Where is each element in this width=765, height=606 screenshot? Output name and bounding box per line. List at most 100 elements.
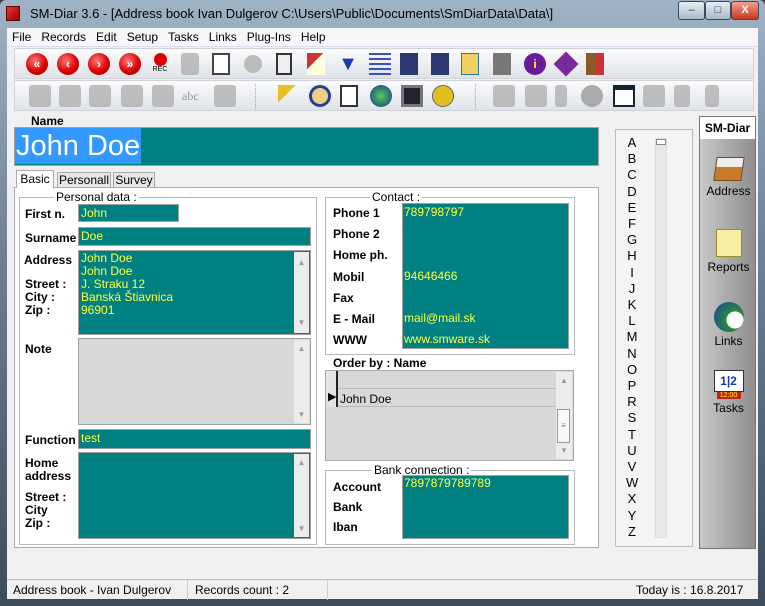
- name-field[interactable]: John Doe: [14, 127, 599, 166]
- menu-records[interactable]: Records: [36, 28, 91, 44]
- grid-icon[interactable]: [525, 85, 547, 107]
- alphabet-letter[interactable]: T: [626, 427, 638, 442]
- edit-icon[interactable]: [212, 53, 230, 75]
- alphabet-letter[interactable]: D: [626, 184, 638, 199]
- note-memo[interactable]: ▲ ▼: [78, 338, 311, 425]
- alphabet-slider-thumb[interactable]: [656, 139, 666, 145]
- alphabet-letter[interactable]: F: [626, 216, 638, 231]
- bank-field[interactable]: [404, 496, 564, 514]
- copy-icon[interactable]: [461, 53, 479, 75]
- filter-icon[interactable]: ▼: [337, 53, 359, 75]
- surname-field[interactable]: Doe: [78, 227, 311, 246]
- clear-icon[interactable]: [307, 53, 325, 75]
- alphabet-letter[interactable]: W: [626, 475, 638, 490]
- alphabet-letter[interactable]: J: [626, 281, 638, 296]
- alphabet-letter[interactable]: Z: [626, 524, 638, 539]
- contact-field[interactable]: 94646466: [404, 269, 564, 287]
- menu-links[interactable]: Links: [204, 28, 242, 44]
- menu-plugins[interactable]: Plug-Ins: [242, 28, 296, 44]
- contact-field[interactable]: [404, 247, 564, 265]
- alphabet-letter[interactable]: L: [626, 313, 638, 328]
- tools-icon[interactable]: [493, 53, 511, 75]
- menu-file[interactable]: File: [7, 28, 36, 44]
- tab-basic[interactable]: Basic: [16, 170, 54, 188]
- grid-cell-name[interactable]: John Doe: [340, 392, 391, 406]
- contact-field[interactable]: [404, 290, 564, 308]
- contact-field[interactable]: [404, 226, 564, 244]
- last-record-icon[interactable]: »: [119, 53, 141, 75]
- calendar-icon[interactable]: [613, 85, 635, 107]
- function-field[interactable]: test: [78, 429, 311, 449]
- address-memo[interactable]: John Doe John Doe J. Straku 12 Banská Št…: [78, 250, 311, 335]
- run-icon[interactable]: [705, 85, 719, 107]
- note-scrollbar[interactable]: ▲ ▼: [294, 340, 309, 423]
- home-address-scrollbar[interactable]: ▲ ▼: [294, 454, 309, 537]
- next-record-icon[interactable]: ›: [88, 53, 110, 75]
- menu-help[interactable]: Help: [296, 28, 331, 44]
- first-name-field[interactable]: John: [78, 204, 179, 222]
- spell-icon[interactable]: abc: [182, 85, 204, 107]
- alphabet-letter[interactable]: M: [626, 329, 638, 344]
- paste-icon[interactable]: [493, 85, 515, 107]
- grid-scrollbar[interactable]: ▲ ≡ ▼: [556, 372, 572, 459]
- import-icon[interactable]: [400, 53, 418, 75]
- sidebar-item-reports[interactable]: Reports: [700, 229, 757, 274]
- print-setup-icon[interactable]: [214, 85, 236, 107]
- key-icon[interactable]: [278, 85, 300, 107]
- alphabet-letter[interactable]: V: [626, 459, 638, 474]
- circle-icon[interactable]: [581, 85, 603, 107]
- contact-field[interactable]: www.smware.sk: [404, 332, 564, 350]
- menu-edit[interactable]: Edit: [91, 28, 122, 44]
- save-icon[interactable]: [181, 53, 199, 75]
- alphabet-letter[interactable]: U: [626, 443, 638, 458]
- records-grid[interactable]: ▶ John Doe ▲ ≡ ▼: [325, 370, 574, 461]
- add-doc-icon[interactable]: [674, 85, 690, 107]
- user-icon[interactable]: [309, 85, 331, 107]
- address-scrollbar[interactable]: ▲ ▼: [294, 252, 309, 333]
- alphabet-letter[interactable]: K: [626, 297, 638, 312]
- info-icon[interactable]: i: [524, 53, 546, 75]
- alphabet-letter[interactable]: H: [626, 248, 638, 263]
- alphabet-letter[interactable]: A: [626, 135, 638, 150]
- cancel-icon[interactable]: [244, 55, 262, 73]
- sidebar-item-links[interactable]: Links: [700, 302, 757, 348]
- bank-field[interactable]: 7897879789789: [404, 476, 564, 494]
- minimize-button[interactable]: –: [678, 1, 705, 20]
- contact-field[interactable]: mail@mail.sk: [404, 311, 564, 329]
- grid-row[interactable]: [338, 388, 555, 389]
- tab-personall[interactable]: Personall: [57, 172, 111, 188]
- record-button[interactable]: REC: [149, 53, 171, 75]
- menu-tasks[interactable]: Tasks: [163, 28, 204, 44]
- alphabet-letter[interactable]: X: [626, 491, 638, 506]
- delete-icon[interactable]: [276, 53, 292, 75]
- print-icon[interactable]: [29, 85, 51, 107]
- alphabet-letter[interactable]: B: [626, 151, 638, 166]
- contact-field[interactable]: 789798797: [404, 205, 564, 223]
- lightning-icon[interactable]: [555, 85, 567, 107]
- users-icon[interactable]: [643, 85, 665, 107]
- phone-icon[interactable]: [432, 85, 454, 107]
- tab-survey[interactable]: Survey: [113, 172, 155, 188]
- menu-setup[interactable]: Setup: [122, 28, 163, 44]
- previous-record-icon[interactable]: ‹: [57, 53, 79, 75]
- alphabet-letter[interactable]: I: [626, 265, 638, 280]
- book-icon[interactable]: [121, 85, 143, 107]
- grid-scroll-thumb[interactable]: ≡: [557, 409, 570, 443]
- alphabet-letter[interactable]: Y: [626, 508, 638, 523]
- bank-field[interactable]: [404, 516, 564, 534]
- help-book-icon[interactable]: [553, 51, 579, 77]
- alphabet-letter[interactable]: P: [626, 378, 638, 393]
- list-icon[interactable]: [369, 53, 391, 75]
- sidebar-item-tasks[interactable]: 1|2 12:00 Tasks: [700, 370, 757, 415]
- alphabet-letter[interactable]: R: [626, 394, 638, 409]
- alphabet-slider-track[interactable]: [655, 138, 667, 538]
- report-icon[interactable]: [59, 85, 81, 107]
- alphabet-letter[interactable]: G: [626, 232, 638, 247]
- columns-icon[interactable]: [152, 85, 174, 107]
- alphabet-letter[interactable]: O: [626, 362, 638, 377]
- export-icon[interactable]: [431, 53, 449, 75]
- fax-icon[interactable]: [89, 85, 111, 107]
- sidebar-item-address[interactable]: Address: [700, 157, 757, 198]
- first-record-icon[interactable]: «: [26, 53, 48, 75]
- exit-door-icon[interactable]: [586, 53, 604, 75]
